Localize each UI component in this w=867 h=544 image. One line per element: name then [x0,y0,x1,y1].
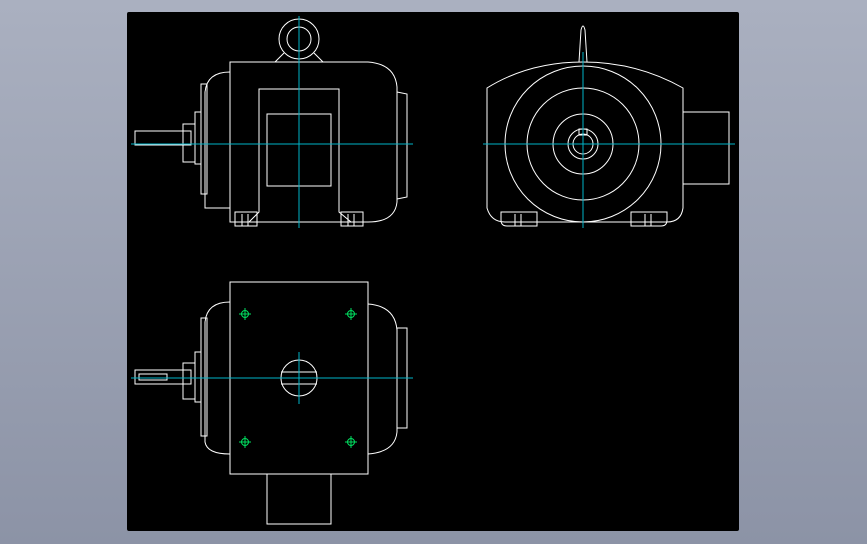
cad-drawing [127,12,739,531]
drawing-viewport[interactable] [127,12,739,531]
